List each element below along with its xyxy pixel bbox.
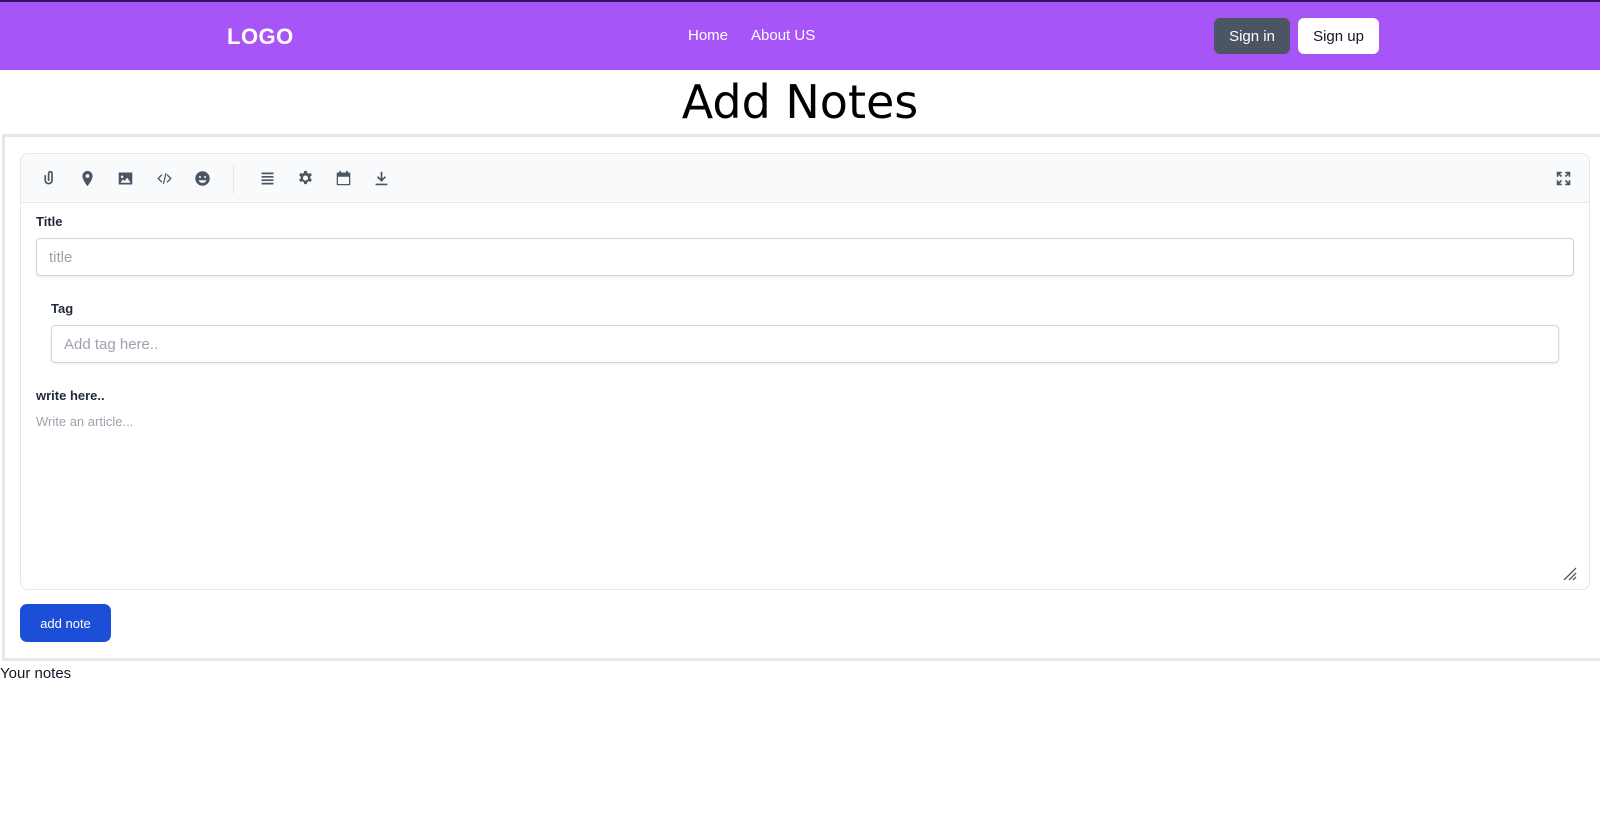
title-input[interactable] bbox=[36, 238, 1574, 276]
your-notes-heading: Your notes bbox=[0, 665, 72, 682]
toolbar-divider bbox=[233, 164, 234, 194]
logo[interactable]: LOGO bbox=[227, 24, 294, 50]
expand-icon[interactable] bbox=[1553, 168, 1573, 188]
body-label: write here.. bbox=[36, 388, 105, 403]
download-icon[interactable] bbox=[371, 168, 391, 188]
nav-links: Home About US bbox=[688, 27, 815, 44]
navbar: LOGO Home About US Sign in Sign up bbox=[0, 0, 1600, 70]
sign-up-button[interactable]: Sign up bbox=[1298, 18, 1379, 54]
emoji-icon[interactable] bbox=[192, 168, 212, 188]
nav-link-about[interactable]: About US bbox=[751, 27, 815, 44]
tag-input[interactable] bbox=[51, 325, 1559, 363]
title-label: Title bbox=[36, 214, 63, 229]
editor: Title Tag write here.. bbox=[20, 153, 1590, 590]
note-form: Title Tag write here.. add note bbox=[2, 134, 1600, 661]
page-title: Add Notes bbox=[681, 75, 919, 129]
image-icon[interactable] bbox=[115, 168, 135, 188]
tag-label: Tag bbox=[51, 301, 74, 316]
list-icon[interactable] bbox=[257, 168, 277, 188]
gear-icon[interactable] bbox=[295, 168, 315, 188]
add-note-button[interactable]: add note bbox=[20, 604, 111, 642]
paperclip-icon[interactable] bbox=[39, 168, 59, 188]
editor-toolbar bbox=[21, 154, 1589, 203]
code-icon[interactable] bbox=[154, 168, 174, 188]
resize-handle-icon[interactable] bbox=[1561, 565, 1577, 581]
article-textarea[interactable] bbox=[36, 414, 1566, 574]
map-pin-icon[interactable] bbox=[77, 168, 97, 188]
sign-in-button[interactable]: Sign in bbox=[1214, 18, 1290, 54]
calendar-icon[interactable] bbox=[333, 168, 353, 188]
nav-link-home[interactable]: Home bbox=[688, 27, 728, 44]
